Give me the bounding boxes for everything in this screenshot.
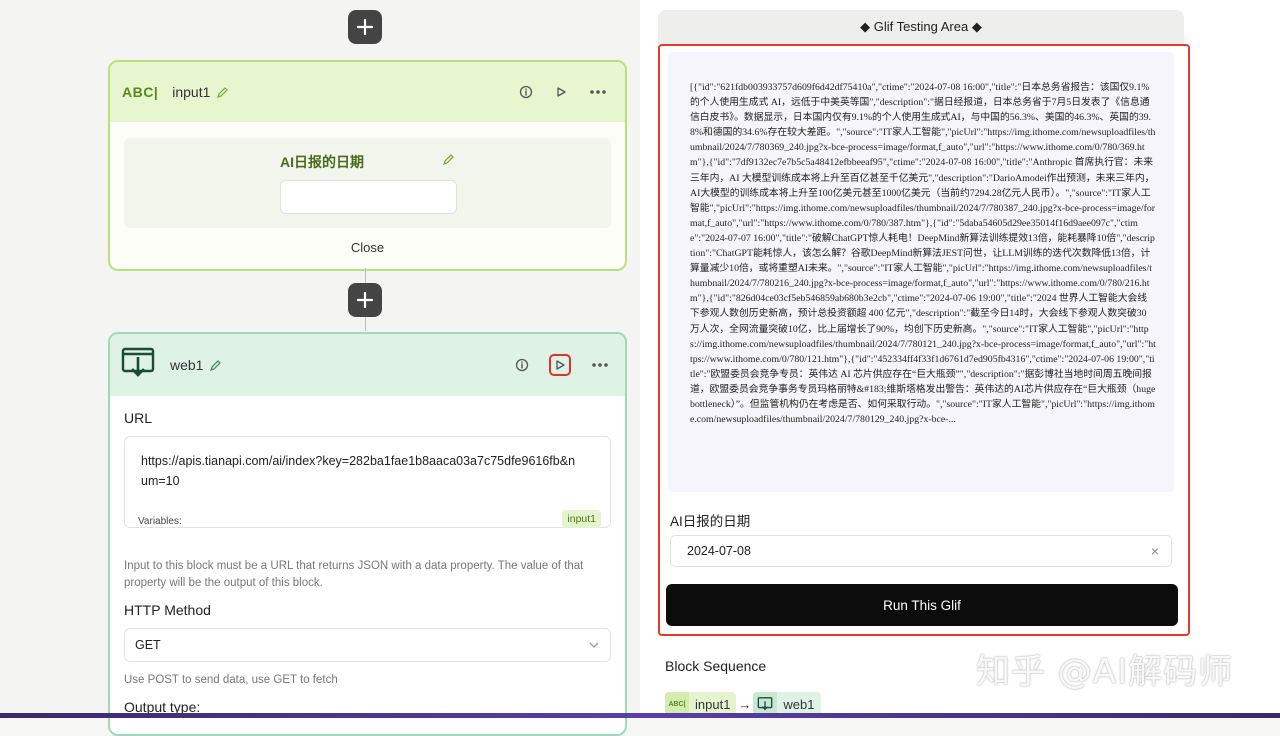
field-label: AI日报的日期	[280, 154, 364, 170]
more-dots-icon[interactable]	[589, 89, 607, 95]
watermark: 知乎 @AI解码师	[976, 652, 1234, 692]
http-method-help: Use POST to send data, use GET to fetch	[124, 674, 338, 686]
block-sequence-title: Block Sequence	[665, 658, 767, 674]
more-dots-icon[interactable]	[591, 362, 609, 368]
input-field-card: AI日报的日期	[124, 138, 611, 228]
pencil-icon[interactable]	[442, 152, 456, 166]
sequence-arrow: →	[738, 696, 752, 712]
date-input-value: 2024-07-08	[687, 544, 751, 558]
add-block-button-middle[interactable]	[348, 283, 382, 317]
workflow-canvas: ABC| input1 AI日报的日期 Close web1 URL https…	[0, 0, 640, 736]
url-label: URL	[124, 410, 153, 426]
connector-line	[365, 268, 366, 284]
run-glif-button[interactable]: Run This Glif	[666, 584, 1178, 626]
pencil-icon[interactable]	[209, 358, 223, 372]
url-textarea[interactable]: https://apis.tianapi.com/ai/index?key=28…	[124, 436, 611, 528]
sequence-item-label: input1	[695, 696, 731, 712]
glif-testing-area: [{"id":"621fdb003933757d609f6d42df75410a…	[658, 44, 1190, 636]
plus-icon	[356, 18, 374, 36]
variables-label: Variables:	[138, 516, 182, 527]
glif-testing-header: ◆ Glif Testing Area ◆	[658, 10, 1184, 44]
close-button[interactable]: Close	[124, 240, 611, 255]
output-panel: [{"id":"621fdb003933757d609f6d42df75410a…	[668, 52, 1174, 492]
url-value: https://apis.tianapi.com/ai/index?key=28…	[141, 454, 576, 488]
variable-chip[interactable]: input1	[562, 510, 601, 528]
field-default-input[interactable]	[280, 180, 457, 214]
play-icon[interactable]	[549, 354, 571, 376]
chevron-down-icon	[589, 642, 599, 648]
input-block-name[interactable]: input1	[172, 84, 210, 100]
http-method-select[interactable]: GET	[124, 628, 611, 662]
sequence-item-label: web1	[783, 696, 815, 712]
bottom-bar	[0, 713, 1280, 718]
date-input-label: AI日报的日期	[670, 514, 751, 529]
plus-icon	[356, 291, 374, 309]
web-block-name[interactable]: web1	[170, 357, 203, 373]
download-monitor-icon	[120, 345, 156, 386]
web-block[interactable]: web1 URL https://apis.tianapi.com/ai/ind…	[108, 332, 627, 736]
info-icon[interactable]	[519, 85, 533, 99]
http-method-label: HTTP Method	[124, 602, 211, 618]
add-block-button-top[interactable]	[348, 10, 382, 44]
date-input[interactable]: 2024-07-08 ×	[670, 535, 1172, 567]
text-input-type-icon: ABC|	[122, 84, 159, 100]
clear-icon[interactable]: ×	[1151, 543, 1159, 559]
url-help-text: Input to this block must be a URL that r…	[124, 560, 584, 589]
pencil-icon[interactable]	[216, 85, 230, 99]
play-icon[interactable]	[555, 86, 567, 98]
connector-line	[365, 317, 366, 331]
input-block[interactable]: ABC| input1 AI日报的日期 Close	[108, 60, 627, 271]
json-output-text: [{"id":"621fdb003933757d609f6d42df75410a…	[690, 82, 1156, 426]
info-icon[interactable]	[515, 358, 529, 372]
http-method-value: GET	[135, 638, 161, 652]
web-block-header: web1	[110, 334, 625, 396]
input-block-header: ABC| input1	[110, 62, 625, 122]
